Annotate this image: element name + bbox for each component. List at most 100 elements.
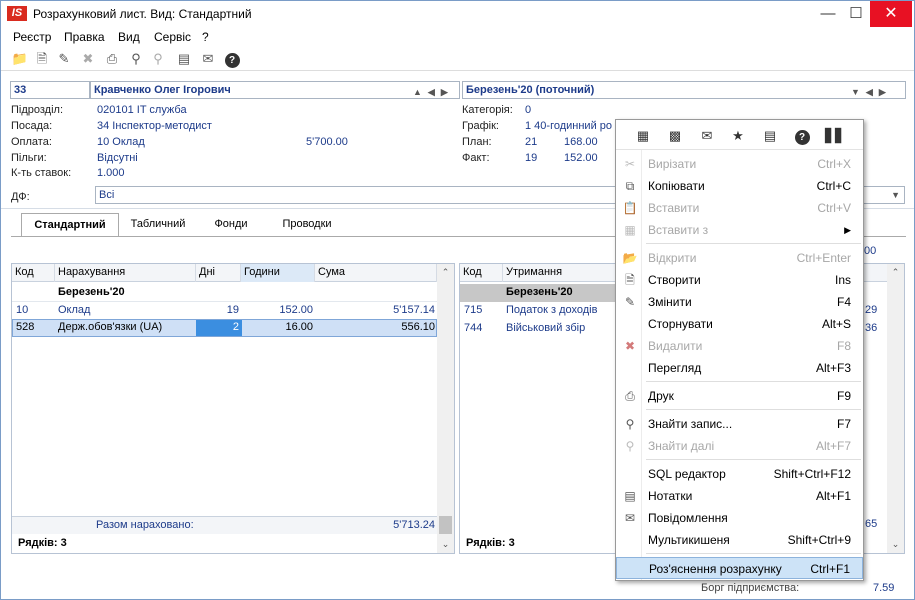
scissors-icon: ✂ <box>624 157 636 171</box>
help-icon[interactable]: ? <box>793 127 811 145</box>
chart-icon[interactable]: ▋▋ <box>825 127 845 145</box>
menu-item-reverse[interactable]: Сторнувати Alt+S <box>616 313 863 335</box>
employee-name-field[interactable]: Кравченко Олег Ігорович ▲◀▶ <box>90 81 460 99</box>
employee-nav-arrows-icon[interactable]: ▲◀▶ <box>413 84 454 100</box>
mail-icon[interactable]: ✉ <box>698 127 716 145</box>
table-row-selected[interactable]: 528 Держ.обов'язки (UA) 2 16.00 556.10 <box>12 319 437 337</box>
menu-item-paste-from[interactable]: ▦ Вставити з ▶ <box>616 219 863 241</box>
scroll-up-icon[interactable]: ⌃ <box>437 264 454 281</box>
menu-item-find-next[interactable]: ⚲ Знайти далі Alt+F7 <box>616 435 863 457</box>
menu-item-edit[interactable]: ✎ Змінити F4 <box>616 291 863 313</box>
menu-item-copy[interactable]: ⧉ Копіювати Ctrl+C <box>616 175 863 197</box>
accruals-header: Код Нарахування Дні Години Сума <box>12 264 437 282</box>
row-name: Військовий збір <box>506 322 586 334</box>
accruals-panel: Код Нарахування Дні Години Сума Березень… <box>11 263 455 554</box>
row-name: Держ.обов'язки (UA) <box>58 321 163 333</box>
menu-item-label: SQL редактор <box>648 467 726 481</box>
menu-item-open[interactable]: 📂 Відкрити Ctrl+Enter <box>616 247 863 269</box>
menu-bar: Реєстр Правка Вид Сервіс ? <box>1 28 914 46</box>
delete-icon[interactable]: ✖ <box>79 50 97 68</box>
category-value: 0 <box>525 104 532 116</box>
scroll-up-icon[interactable]: ⌃ <box>887 264 904 281</box>
help-icon[interactable]: ? <box>223 50 241 68</box>
scroll-down-icon[interactable]: ⌄ <box>437 536 454 553</box>
find-next-icon[interactable]: ⚲ <box>149 50 167 68</box>
menu-view[interactable]: Вид <box>118 30 140 44</box>
col-code[interactable]: Код <box>460 264 503 282</box>
menu-service[interactable]: Сервіс <box>154 30 191 44</box>
star-icon[interactable]: ★ <box>729 127 747 145</box>
menu-item-sql-editor[interactable]: SQL редактор Shift+Ctrl+F12 <box>616 463 863 485</box>
menu-item-multipocket[interactable]: Мультикишеня Shift+Ctrl+9 <box>616 529 863 551</box>
accruals-scrollbar[interactable]: ⌃ ⌄ <box>437 264 454 553</box>
calculator-icon[interactable]: ▦ <box>634 127 652 145</box>
menu-registry[interactable]: Реєстр <box>13 30 51 44</box>
maximize-icon[interactable]: ☐ <box>841 1 871 27</box>
menu-item-view[interactable]: Перегляд Alt+F3 <box>616 357 863 379</box>
menu-item-label: Змінити <box>648 295 692 309</box>
menu-item-label: Вставити з <box>648 223 709 237</box>
menu-item-messages[interactable]: ✉ Повідомлення <box>616 507 863 529</box>
accruals-total-label: Разом нараховано: <box>96 519 194 531</box>
tab-tabular[interactable]: Табличний <box>123 213 193 237</box>
tab-postings[interactable]: Проводки <box>267 213 347 237</box>
department-label: Підрозділ: <box>11 104 64 116</box>
menu-item-find[interactable]: ⚲ Знайти запис... F7 <box>616 413 863 435</box>
menu-item-shortcut: Alt+F1 <box>815 489 851 503</box>
menu-item-cut[interactable]: ✂ Вирізати Ctrl+X <box>616 153 863 175</box>
print-icon[interactable]: ⎙ <box>103 50 121 68</box>
menu-item-notes[interactable]: ▤ Нотатки Alt+F1 <box>616 485 863 507</box>
plan-days: 21 <box>525 136 538 148</box>
deductions-scrollbar[interactable]: ⌃ ⌄ <box>887 264 904 553</box>
row-name: Оклад <box>58 304 91 316</box>
period-field[interactable]: Березень'20 (поточний) ▼◀▶ <box>462 81 906 99</box>
col-code[interactable]: Код <box>12 264 55 282</box>
find-icon[interactable]: ⚲ <box>127 50 145 68</box>
row-hours: 152.00 <box>279 304 313 316</box>
delete-icon: ✖ <box>624 339 636 353</box>
minimize-icon[interactable]: — <box>813 1 843 27</box>
menu-item-calculation-explanation[interactable]: Роз'яснення розрахунку Ctrl+F1 <box>616 557 863 579</box>
benefits-label: Пільги: <box>11 152 47 164</box>
menu-item-shortcut: F9 <box>836 389 851 403</box>
menu-separator <box>646 459 861 460</box>
notes-icon[interactable]: ▤ <box>761 127 779 145</box>
bottom-partial-value: 7.59 <box>873 582 895 594</box>
menu-item-label: Мультикишеня <box>648 533 730 547</box>
table-row[interactable]: 10 Оклад 19 152.00 5'157.14 <box>12 302 437 320</box>
menu-help[interactable]: ? <box>202 30 209 44</box>
col-accrual[interactable]: Нарахування <box>55 264 196 282</box>
df-label: ДФ: <box>11 191 30 203</box>
folder-icon[interactable]: 📁 <box>11 50 29 68</box>
pay-value: 10 Оклад <box>97 136 145 148</box>
close-icon[interactable]: ✕ <box>870 1 912 27</box>
new-doc-icon[interactable]: 🗎 <box>33 50 51 68</box>
open-icon: 📂 <box>622 251 638 265</box>
menu-item-paste[interactable]: 📋 Вставити Ctrl+V <box>616 197 863 219</box>
menu-item-print[interactable]: ⎙ Друк F9 <box>616 385 863 407</box>
menu-item-label: Вирізати <box>648 157 697 171</box>
mail-icon[interactable]: ✉ <box>199 50 217 68</box>
edit-doc-icon[interactable]: ✎ <box>55 50 73 68</box>
menu-item-create[interactable]: 🗎 Створити Ins <box>616 269 863 291</box>
scroll-down-icon[interactable]: ⌄ <box>887 536 904 553</box>
tab-standard[interactable]: Стандартний <box>21 213 119 237</box>
accruals-total-row: Разом нараховано: 5'713.24 <box>12 516 437 534</box>
col-sum[interactable]: Сума <box>315 264 437 282</box>
plan-label: План: <box>462 136 492 148</box>
row-sum-tail: 36 <box>865 322 878 334</box>
employee-id-field[interactable]: 33 <box>10 81 90 99</box>
df-dropdown-icon[interactable]: ▼ <box>891 187 900 203</box>
menu-edit[interactable]: Правка <box>64 30 105 44</box>
row-code: 10 <box>16 304 29 316</box>
col-days[interactable]: Дні <box>196 264 241 282</box>
menu-item-shortcut: Alt+F7 <box>815 439 851 453</box>
notes-icon[interactable]: ▤ <box>175 50 193 68</box>
tab-funds[interactable]: Фонди <box>201 213 261 237</box>
col-hours[interactable]: Години <box>241 264 315 282</box>
rate-value: 1.000 <box>97 167 125 179</box>
table-icon[interactable]: ▩ <box>666 127 684 145</box>
menu-item-delete[interactable]: ✖ Видалити F8 <box>616 335 863 357</box>
scroll-thumb[interactable] <box>439 516 452 534</box>
period-nav-arrows-icon[interactable]: ▼◀▶ <box>851 84 892 100</box>
